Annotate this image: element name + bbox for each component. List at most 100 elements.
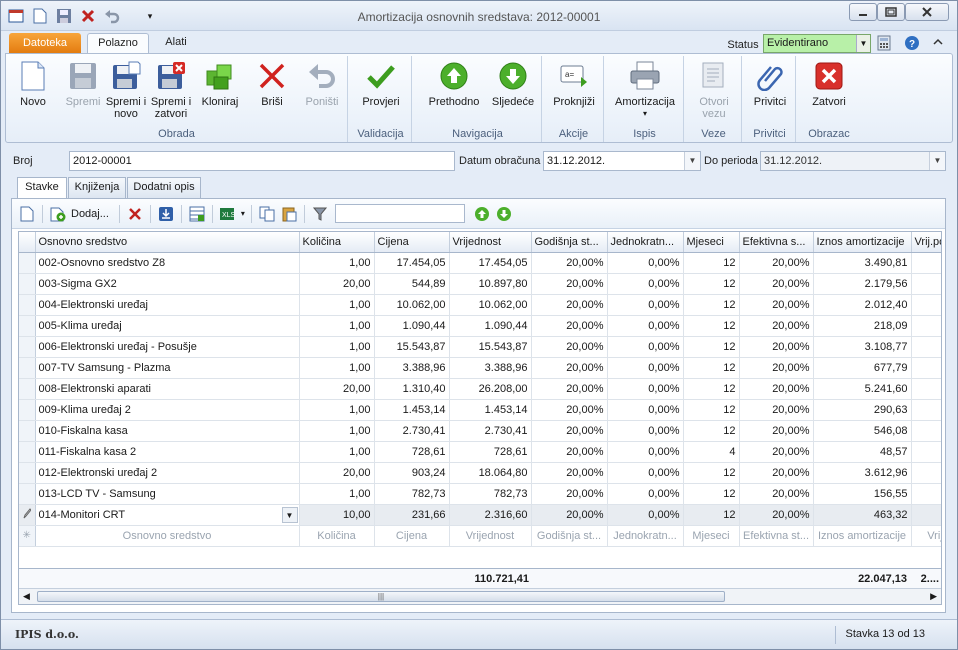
grid-cell[interactable]: 20,00% (739, 504, 814, 526)
grid-cell[interactable]: 231,66 (374, 504, 450, 526)
table-row[interactable]: 009-Klima uređaj 2 1,00 1.453,14 1.453,14 20… (19, 399, 941, 421)
tab-knjizenja[interactable]: Knjiženja (68, 177, 126, 198)
grid-cell[interactable]: 18.064,80 (449, 462, 532, 484)
grid-cell[interactable]: 002-Osnovno sredstvo Z8 (35, 252, 300, 274)
provjeri-button[interactable]: Provjeri (356, 58, 406, 108)
grid-cell[interactable]: 20,00% (739, 420, 814, 442)
grid-cell[interactable]: 20,00% (531, 336, 608, 358)
scroll-thumb[interactable]: ||| (37, 591, 725, 602)
table-icon[interactable] (188, 205, 206, 223)
chevron-down-icon[interactable]: ▼ (929, 152, 945, 170)
row-indicator[interactable] (19, 420, 36, 442)
chevron-down-icon[interactable]: ▼ (684, 152, 700, 170)
row-indicator[interactable] (19, 399, 36, 421)
col-godisnja-stopa[interactable]: Godišnja st... (531, 232, 608, 253)
broj-field[interactable]: 2012-00001 (69, 151, 455, 171)
table-row[interactable]: 008-Elektronski aparati 20,00 1.310,40 26.2… (19, 378, 941, 400)
grid-cell[interactable]: 12 (683, 357, 740, 379)
table-row[interactable]: 007-TV Samsung - Plazma 1,00 3.388,96 3.388… (19, 357, 941, 379)
grid-cell[interactable]: 0,00% (607, 441, 684, 463)
status-select[interactable]: Evidentirano ▼ (763, 34, 871, 53)
grid-cell[interactable]: 0,00% (607, 504, 684, 526)
table-row[interactable]: 011-Fiskalna kasa 2 1,00 728,61 728,61 20,00… (19, 441, 941, 463)
move-up-icon[interactable] (473, 205, 491, 223)
grid-cell[interactable]: 544,89 (374, 273, 450, 295)
tab-alati[interactable]: Alati (153, 33, 199, 54)
table-row[interactable]: 002-Osnovno sredstvo Z8 1,00 17.454,05 17.4… (19, 252, 941, 274)
grid-cell[interactable]: 12 (683, 399, 740, 421)
grid-cell[interactable]: 17.454,05 (449, 252, 532, 274)
grid-cell[interactable]: 1,00 (299, 420, 375, 442)
grid-cell[interactable]: 12 (683, 483, 740, 505)
grid-cell[interactable]: 1,00 (299, 336, 375, 358)
grid-cell[interactable]: 0,00% (607, 315, 684, 337)
grid-cell[interactable]: 156,55 (813, 483, 912, 505)
grid-cell[interactable]: 546,08 (813, 420, 912, 442)
grid-cell[interactable] (911, 441, 941, 463)
delete-row-icon[interactable] (126, 205, 144, 223)
import-icon[interactable] (157, 205, 175, 223)
grid-cell[interactable]: 1.453,14 (449, 399, 532, 421)
grid-cell[interactable] (911, 462, 941, 484)
grid-cell[interactable] (911, 483, 941, 505)
grid-cell[interactable]: 20,00% (739, 252, 814, 274)
grid-cell[interactable]: 20,00 (299, 462, 375, 484)
table-row[interactable]: 010-Fiskalna kasa 1,00 2.730,41 2.730,41 20,… (19, 420, 941, 442)
grid-cell[interactable]: 12 (683, 462, 740, 484)
grid-cell[interactable] (911, 294, 941, 316)
tab-polazno[interactable]: Polazno (87, 33, 149, 54)
grid-cell[interactable]: 12 (683, 294, 740, 316)
grid-cell[interactable]: 728,61 (449, 441, 532, 463)
grid-cell[interactable]: 463,32 (813, 504, 912, 526)
row-indicator[interactable] (19, 441, 36, 463)
row-indicator[interactable] (19, 462, 36, 484)
grid-cell[interactable] (911, 357, 941, 379)
grid-cell[interactable] (911, 399, 941, 421)
row-indicator[interactable] (19, 273, 36, 295)
row-indicator[interactable] (19, 315, 36, 337)
grid-cell[interactable]: 2.730,41 (374, 420, 450, 442)
chevron-down-icon[interactable]: ▼ (856, 35, 870, 52)
new-row-cell[interactable]: Iznos amortizacije (813, 525, 912, 547)
grid-cell[interactable] (911, 378, 941, 400)
proknjizi-button[interactable]: a= Proknjiži (548, 58, 600, 108)
row-indicator[interactable] (19, 483, 36, 505)
grid-cell[interactable]: 12 (683, 252, 740, 274)
ponisti-button[interactable]: Poništi (300, 58, 344, 108)
scroll-left-icon[interactable]: ◀ (23, 591, 30, 602)
grid-cell[interactable]: 012-Elektronski uređaj 2 (35, 462, 300, 484)
grid-cell[interactable]: 1,00 (299, 315, 375, 337)
grid-cell[interactable]: 10.062,00 (449, 294, 532, 316)
grid-cell[interactable]: 12 (683, 336, 740, 358)
grid-cell[interactable] (911, 252, 941, 274)
table-row[interactable]: 006-Elektronski uređaj - Posušje 1,00 15.5… (19, 336, 941, 358)
grid-cell[interactable]: 20,00% (739, 294, 814, 316)
grid-cell[interactable]: 290,63 (813, 399, 912, 421)
col-kolicina[interactable]: Količina (299, 232, 375, 253)
grid-cell[interactable]: 20,00% (531, 483, 608, 505)
novo-button[interactable]: Novo (12, 58, 54, 108)
grid-cell[interactable]: 782,73 (449, 483, 532, 505)
row-indicator[interactable] (19, 294, 36, 316)
maximize-button[interactable] (877, 3, 905, 21)
grid-cell[interactable]: 20,00% (739, 462, 814, 484)
grid-cell[interactable]: 17.454,05 (374, 252, 450, 274)
amortizacija-print-button[interactable]: Amortizacija ▾ (610, 58, 680, 120)
chevron-down-icon[interactable]: ▼ (281, 506, 298, 523)
new-row-cell[interactable]: Osnovno sredstvo (35, 525, 300, 547)
grid-cell[interactable]: 20,00% (739, 483, 814, 505)
grid-cell[interactable]: 782,73 (374, 483, 450, 505)
grid-cell[interactable]: 005-Klima uređaj (35, 315, 300, 337)
grid-cell[interactable]: 0,00% (607, 357, 684, 379)
grid-cell[interactable]: 20,00% (739, 336, 814, 358)
col-efektivna-stopa[interactable]: Efektivna s... (739, 232, 814, 253)
grid-cell[interactable]: 20,00% (531, 357, 608, 379)
grid-cell[interactable]: 1,00 (299, 399, 375, 421)
grid-cell[interactable]: 20,00% (531, 441, 608, 463)
grid-cell[interactable]: 20,00 (299, 378, 375, 400)
grid-cell[interactable]: 1.453,14 (374, 399, 450, 421)
grid-cell[interactable]: 0,00% (607, 462, 684, 484)
grid-cell[interactable]: 010-Fiskalna kasa (35, 420, 300, 442)
grid-cell[interactable]: 0,00% (607, 273, 684, 295)
scroll-right-icon[interactable]: ▶ (930, 591, 937, 602)
